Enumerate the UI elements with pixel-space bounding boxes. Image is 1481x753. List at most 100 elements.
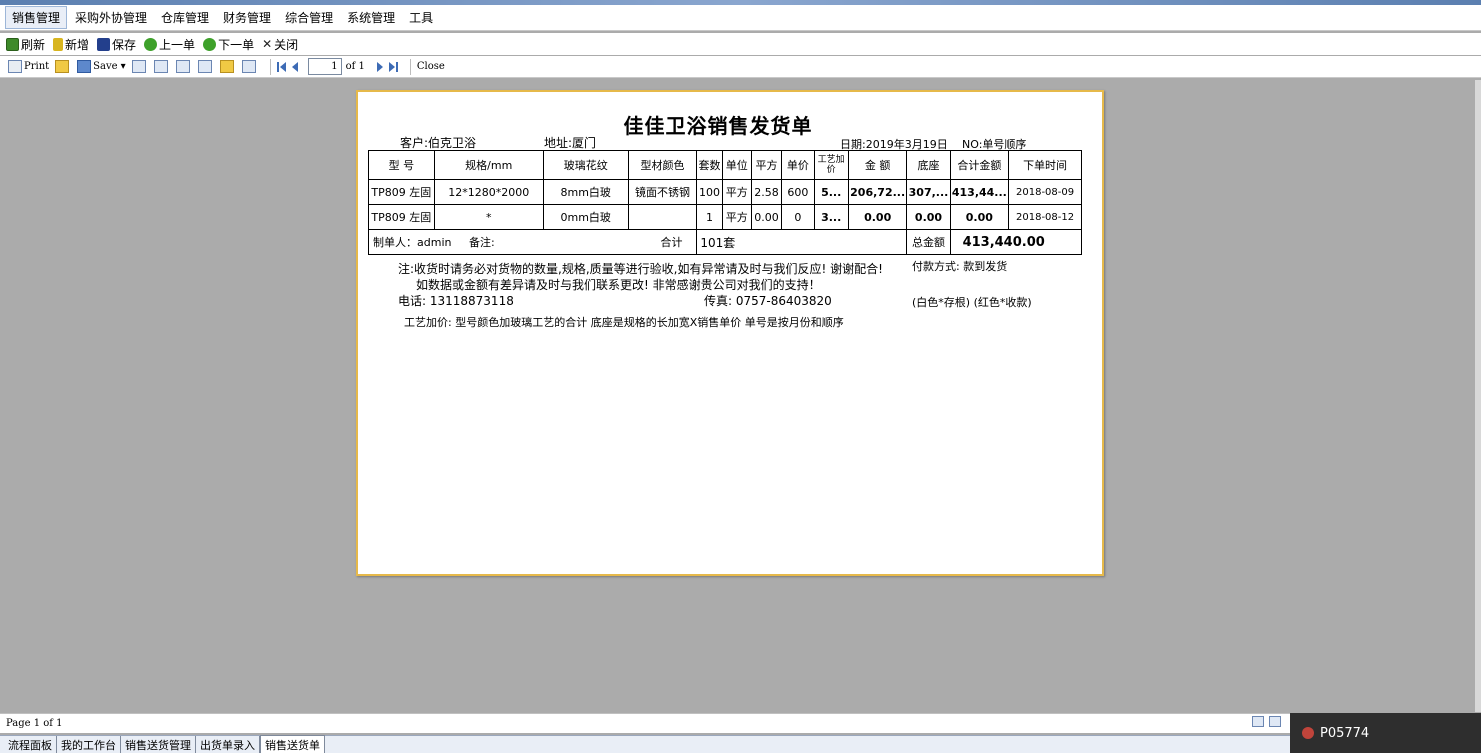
- close-label: 关闭: [274, 37, 299, 52]
- table-cell: 0.00: [949, 204, 1010, 230]
- first-page-button[interactable]: [276, 61, 286, 72]
- table-footer-row: 制单人：admin 备注: 合计 101套 总金额 413,440.00: [367, 229, 1083, 255]
- col-header: 规格/mm: [433, 150, 544, 180]
- export-icon: [197, 60, 212, 73]
- view-single-icon[interactable]: [1252, 716, 1264, 727]
- table-cell: 平方: [721, 179, 752, 205]
- overlay-user-id: P05774: [1320, 725, 1370, 741]
- print-label: Print: [24, 61, 50, 72]
- report-close-button[interactable]: Close: [417, 61, 445, 72]
- payment-method: 付款方式: 款到发货: [912, 260, 1008, 273]
- last-page-icon: [388, 61, 395, 72]
- user-overlay: P05774: [1290, 713, 1481, 753]
- tab-sales-delivery-note[interactable]: 销售送货单: [260, 735, 325, 753]
- col-header: 底座: [906, 150, 951, 180]
- table-cell: 2018-08-09: [1008, 179, 1082, 205]
- tab-flow-panel[interactable]: 流程面板: [4, 736, 57, 753]
- prev-button[interactable]: 上一单: [144, 36, 195, 53]
- table-cell: 1: [696, 204, 723, 230]
- col-header: 型材颜色: [627, 150, 698, 180]
- binoculars-icon: [153, 60, 168, 73]
- envelope-icon: [131, 60, 146, 73]
- arrow-right-icon: [203, 37, 217, 51]
- prev-page-button[interactable]: [291, 61, 298, 72]
- user-icon: [1302, 727, 1314, 739]
- next-page-button[interactable]: [376, 61, 383, 72]
- save-button[interactable]: 保存: [97, 36, 136, 53]
- col-header: 单位: [721, 150, 752, 180]
- refresh-button[interactable]: 刷新: [6, 36, 45, 53]
- report-save-label: Save: [93, 61, 118, 72]
- status-bar: Page 1 of 1: [0, 713, 1290, 733]
- menu-bar: 销售管理 采购外协管理 仓库管理 财务管理 综合管理 系统管理 工具: [0, 5, 1481, 31]
- note-receipt: 注:收货时请务必对货物的数量,规格,质量等进行验收,如有异常请及时与我们反应! …: [398, 262, 883, 276]
- table-cell: 100: [696, 179, 723, 205]
- toolbar-divider: [269, 58, 271, 75]
- open-button[interactable]: [55, 60, 71, 73]
- footnote: 工艺加价: 型号颜色加玻璃工艺的合计 底座是规格的长加宽X销售单价 单号是按月份…: [404, 316, 844, 329]
- menu-warehouse[interactable]: 仓库管理: [155, 7, 215, 28]
- export-button[interactable]: [197, 60, 214, 73]
- total-label: 合计: [660, 236, 683, 249]
- table-cell: 2.58: [750, 179, 783, 205]
- table-row: TP809 左固 12*1280*2000 8mm白玻 镜面不锈钢 100 平方…: [368, 179, 1082, 205]
- table-cell: 0mm白玻: [542, 204, 629, 230]
- last-page-button[interactable]: [388, 61, 398, 72]
- menu-system[interactable]: 系统管理: [341, 7, 401, 28]
- menu-tools[interactable]: 工具: [403, 7, 439, 28]
- copies-note: (白色*存根) (红色*收款): [912, 296, 1032, 309]
- table-cell: TP809 左固: [368, 204, 435, 230]
- phone-field: 电话: 13118873118: [398, 294, 514, 308]
- find-button[interactable]: [153, 60, 170, 73]
- first-page-arrow: [279, 61, 286, 72]
- page-setup-button[interactable]: [241, 60, 258, 73]
- tab-my-workbench[interactable]: 我的工作台: [57, 736, 121, 753]
- menu-general[interactable]: 综合管理: [279, 7, 339, 28]
- pencil-icon: [219, 60, 234, 73]
- maker-label: 制单人：admin: [373, 236, 452, 249]
- main-toolbar: 刷新 新增 保存 上一单 下一单 ✕ 关闭: [0, 33, 1481, 55]
- prev-page-icon: [291, 61, 298, 72]
- new-button[interactable]: 新增: [53, 36, 89, 53]
- col-header: 合计金额: [949, 150, 1010, 180]
- col-header: 平方: [750, 150, 783, 180]
- table-cell: 平方: [721, 204, 752, 230]
- tab-sales-delivery-mgmt[interactable]: 销售送货管理: [121, 736, 196, 753]
- table-cell: 8mm白玻: [542, 179, 629, 205]
- remark-label: 备注:: [468, 236, 495, 249]
- chevron-down-icon: ▾: [120, 61, 126, 72]
- refresh-icon: [6, 37, 19, 51]
- edit-button[interactable]: [219, 60, 236, 73]
- page-number-group: of 1: [307, 58, 365, 75]
- table-row: TP809 左固 * 0mm白玻 1 平方 0.00 0 3... 0.00 0…: [368, 204, 1082, 230]
- layout-button[interactable]: [175, 60, 192, 73]
- maker-cell: 制单人：admin 备注: 合计: [367, 229, 698, 255]
- customer-field: 客户:伯克卫浴: [400, 136, 477, 150]
- tab-shipment-entry[interactable]: 出货单录入: [196, 736, 260, 753]
- close-icon: ✕: [262, 37, 273, 51]
- document-tab-bar: 流程面板 我的工作台 销售送货管理 出货单录入 销售送货单: [0, 735, 1290, 753]
- table-cell: 镜面不锈钢: [627, 179, 698, 205]
- next-button[interactable]: 下一单: [203, 36, 254, 53]
- printer-icon: [8, 60, 22, 73]
- status-icons: [1252, 716, 1283, 727]
- view-multi-icon[interactable]: [1269, 716, 1281, 727]
- menu-purchase[interactable]: 采购外协管理: [69, 7, 153, 28]
- print-button[interactable]: Print: [8, 60, 49, 73]
- table-cell: 0.00: [750, 204, 783, 230]
- menu-sales[interactable]: 销售管理: [5, 6, 68, 29]
- address-field: 地址:厦门: [544, 136, 597, 150]
- vertical-scrollbar[interactable]: [1475, 80, 1481, 712]
- table-cell: 5...: [813, 179, 849, 205]
- menu-finance[interactable]: 财务管理: [217, 7, 277, 28]
- table-cell: 0: [781, 204, 815, 230]
- table-cell: 600: [781, 179, 815, 205]
- table-cell: 3...: [813, 204, 849, 230]
- last-page-bar: [395, 61, 398, 72]
- page-number-input[interactable]: [307, 58, 342, 75]
- report-save-button[interactable]: Save ▾: [77, 60, 126, 73]
- table-cell: TP809 左固: [368, 179, 435, 205]
- report-toolbar: Print Save ▾ of 1 Close: [0, 56, 1481, 78]
- close-button[interactable]: ✕ 关闭: [262, 36, 298, 53]
- email-button[interactable]: [131, 60, 148, 73]
